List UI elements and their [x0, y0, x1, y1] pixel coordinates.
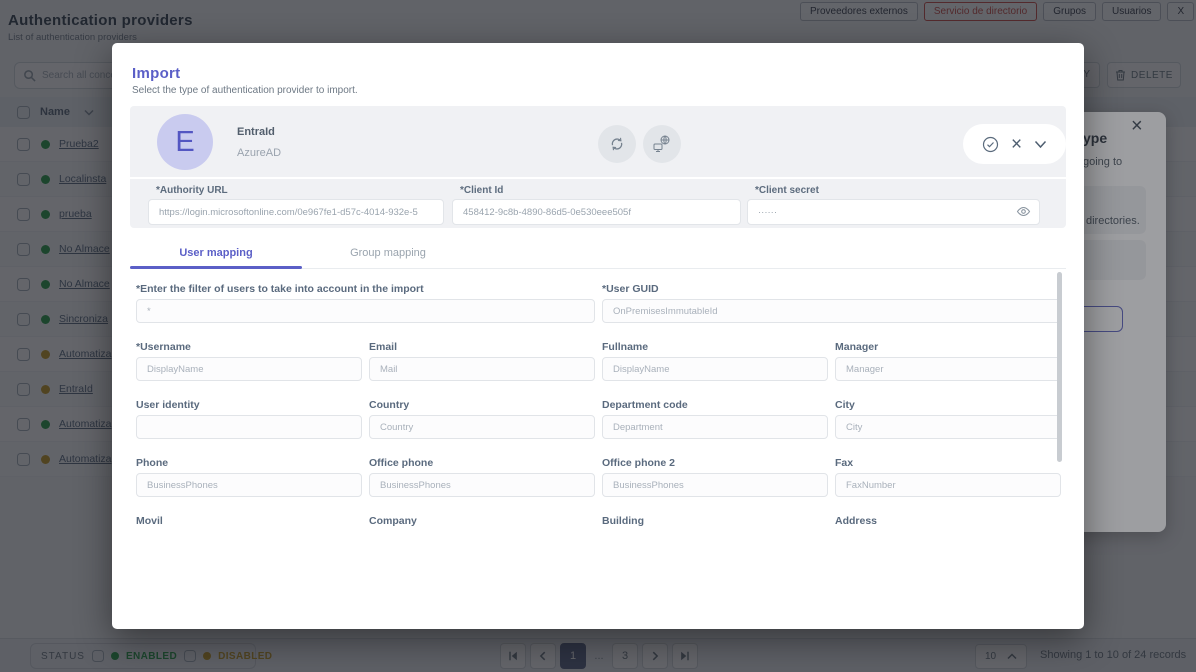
client-id-field: *Client Id: [452, 179, 741, 225]
discard-icon[interactable]: ×: [1011, 135, 1022, 154]
form-field-input[interactable]: [136, 299, 595, 323]
authority-url-field: *Authority URL: [148, 179, 444, 225]
form-field-label: Department code: [602, 399, 828, 412]
form-field: Address: [835, 515, 1061, 527]
form-field: Office phone: [369, 457, 595, 497]
directory-sync-button[interactable]: [643, 125, 681, 163]
card-action-pill: ×: [963, 124, 1066, 164]
form-field-label: *Username: [136, 341, 362, 354]
form-field-label: Movil: [136, 515, 362, 527]
approve-icon[interactable]: [982, 136, 999, 153]
form-field-input[interactable]: [369, 473, 595, 497]
form-field-input[interactable]: [835, 415, 1061, 439]
form-field: Country: [369, 399, 595, 439]
form-scrollbar[interactable]: [1057, 272, 1062, 462]
form-field-label: *Enter the filter of users to take into …: [136, 283, 595, 296]
form-field-input[interactable]: [136, 357, 362, 381]
form-field-input[interactable]: [835, 473, 1061, 497]
form-field: Department code: [602, 399, 828, 439]
form-field-label: Building: [602, 515, 828, 527]
form-field-label: Fullname: [602, 341, 828, 354]
form-field-input[interactable]: [602, 357, 828, 381]
form-field: Movil: [136, 515, 362, 527]
eye-icon[interactable]: [1016, 205, 1031, 218]
modal-subtitle: Select the type of authentication provid…: [132, 85, 358, 96]
form-field-input[interactable]: [602, 415, 828, 439]
form-field: Fullname: [602, 341, 828, 381]
provider-card: E EntraId AzureAD: [130, 106, 1066, 177]
avatar: E: [157, 114, 213, 170]
form-field-input[interactable]: [369, 357, 595, 381]
form-field: Office phone 2: [602, 457, 828, 497]
form-field-label: Country: [369, 399, 595, 412]
form-field-label: Office phone 2: [602, 457, 828, 470]
sync-icon: [608, 135, 626, 153]
provider-type: AzureAD: [237, 147, 281, 159]
form-field: Building: [602, 515, 828, 527]
form-field: Manager: [835, 341, 1061, 381]
form-field-label: Address: [835, 515, 1061, 527]
client-secret-label: *Client secret: [755, 185, 1040, 196]
form-field-label: Office phone: [369, 457, 595, 470]
form-field-input[interactable]: [602, 473, 828, 497]
form-field-input[interactable]: [136, 473, 362, 497]
user-mapping-form: *Enter the filter of users to take into …: [130, 270, 1066, 527]
mapping-tabs: User mapping Group mapping: [130, 238, 1066, 269]
modal-title: Import: [132, 65, 180, 82]
client-id-input[interactable]: [452, 199, 741, 225]
user-mapping-form-area: *Enter the filter of users to take into …: [130, 270, 1066, 527]
form-field: *Enter the filter of users to take into …: [136, 283, 595, 323]
client-id-label: *Client Id: [460, 185, 741, 196]
form-field-label: *User GUID: [602, 283, 1061, 296]
form-field: Company: [369, 515, 595, 527]
form-field-input[interactable]: [602, 299, 1061, 323]
form-field: Phone: [136, 457, 362, 497]
form-field-label: Manager: [835, 341, 1061, 354]
form-field-input[interactable]: [835, 357, 1061, 381]
chevron-down-icon[interactable]: [1034, 140, 1047, 149]
form-field-label: Fax: [835, 457, 1061, 470]
sync-button[interactable]: [598, 125, 636, 163]
form-field-input[interactable]: [136, 415, 362, 439]
authority-url-input[interactable]: [148, 199, 444, 225]
form-field-label: User identity: [136, 399, 362, 412]
form-field: *Username: [136, 341, 362, 381]
authority-url-label: *Authority URL: [156, 185, 444, 196]
form-field-input[interactable]: [369, 415, 595, 439]
provider-name: EntraId: [237, 126, 275, 138]
form-field: User identity: [136, 399, 362, 439]
form-field: Fax: [835, 457, 1061, 497]
import-modal: Import Select the type of authentication…: [112, 43, 1084, 629]
form-field: City: [835, 399, 1061, 439]
tab-group-mapping[interactable]: Group mapping: [302, 238, 474, 268]
network-globe-icon: [652, 134, 672, 154]
form-field-label: Email: [369, 341, 595, 354]
form-field-label: Phone: [136, 457, 362, 470]
credentials-section: *Authority URL *Client Id *Client secret: [130, 179, 1066, 228]
client-secret-field: *Client secret: [747, 179, 1040, 225]
form-field-label: City: [835, 399, 1061, 412]
form-field-label: Company: [369, 515, 595, 527]
client-secret-input[interactable]: [747, 199, 1040, 225]
form-field: *User GUID: [602, 283, 1061, 323]
form-field: Email: [369, 341, 595, 381]
tab-user-mapping[interactable]: User mapping: [130, 238, 302, 268]
